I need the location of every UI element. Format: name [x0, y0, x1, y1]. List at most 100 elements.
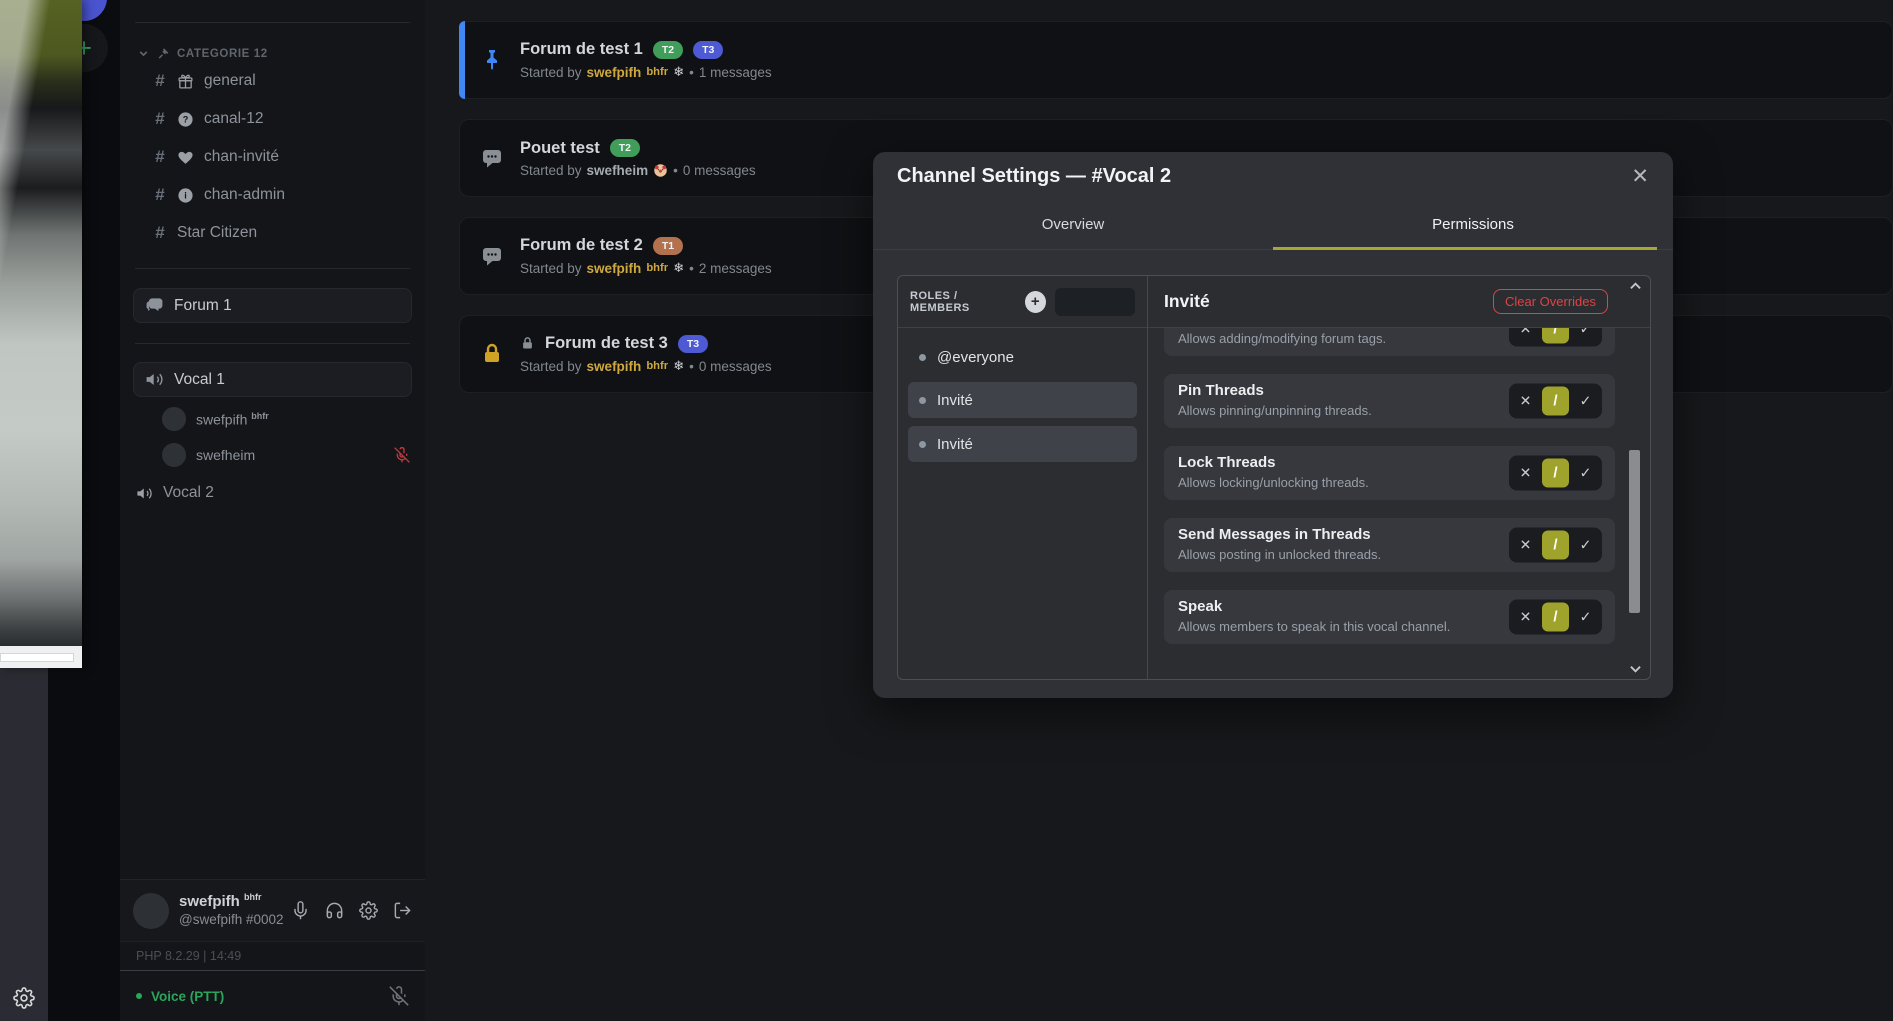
mic-icon[interactable] [291, 901, 310, 920]
deny-button[interactable]: ✕ [1512, 387, 1539, 416]
deny-button[interactable]: ✕ [1512, 459, 1539, 488]
chat-bubble-icon [477, 244, 507, 268]
allow-button[interactable]: ✓ [1572, 603, 1599, 632]
question-circle-icon: ? [177, 111, 194, 128]
voice-user-swefpifh[interactable]: swefpifh bhfr [162, 405, 410, 433]
sidebar-channel-chan-invite[interactable]: # chan-invité [120, 138, 425, 176]
voice-channel-vocal-2[interactable]: Vocal 2 [136, 484, 410, 502]
message-count: 0 messages [699, 359, 772, 374]
sidebar-channel-general[interactable]: # general [120, 62, 425, 100]
role-dot-icon [919, 441, 926, 448]
gear-icon[interactable] [359, 901, 378, 920]
role-item-everyone[interactable]: @everyone [908, 340, 1137, 374]
permissions-panel: Invité Clear Overrides Allows adding/mod… [1148, 276, 1650, 679]
clear-overrides-button[interactable]: Clear Overrides [1493, 289, 1608, 314]
user-tag: bhfr [244, 892, 262, 902]
scroll-up-icon[interactable] [1627, 280, 1643, 292]
tab-overview[interactable]: Overview [873, 200, 1273, 250]
channel-name: chan-invité [204, 148, 279, 166]
snowflake-emoji-icon: ❄ [673, 260, 684, 276]
permission-row: Speak Allows members to speak in this vo… [1164, 590, 1615, 644]
sidebar-channel-chan-admin[interactable]: # i chan-admin [120, 176, 425, 214]
permission-row: Allows adding/modifying forum tags. ✕ / … [1164, 328, 1615, 356]
permission-title: Speak [1178, 598, 1510, 616]
lock-icon [477, 342, 507, 366]
sidebar-channel-star-citizen[interactable]: # Star Citizen [120, 214, 425, 252]
started-by-label: Started by [520, 65, 582, 80]
post-author: swefpifh [587, 65, 642, 80]
role-label: @everyone [937, 349, 1014, 366]
scroll-down-icon[interactable] [1627, 663, 1643, 675]
neutral-button[interactable]: / [1542, 531, 1569, 560]
dot-separator: • [689, 359, 694, 374]
voice-status-label: Voice (PTT) [151, 989, 224, 1004]
photo-window-input-strip [0, 653, 74, 662]
deny-button[interactable]: ✕ [1512, 328, 1539, 344]
svg-text:?: ? [183, 114, 189, 124]
author-tag: bhfr [646, 360, 668, 372]
mic-slash-icon[interactable] [389, 986, 409, 1006]
role-item-invite[interactable]: Invité [908, 382, 1137, 418]
category-header[interactable]: CATEGORIE 12 [137, 47, 410, 60]
role-item-invite[interactable]: Invité [908, 426, 1137, 462]
message-count: 1 messages [699, 65, 772, 80]
tab-permissions[interactable]: Permissions [1273, 200, 1673, 250]
settings-gear-icon[interactable] [13, 987, 35, 1009]
speaker-icon [145, 370, 164, 389]
voice-status-bar: Voice (PTT) [120, 970, 425, 1021]
voice-channel-vocal-1[interactable]: Vocal 1 [133, 362, 412, 397]
logout-icon[interactable] [393, 901, 412, 920]
post-author: swefpifh [587, 261, 642, 276]
allow-button[interactable]: ✓ [1572, 531, 1599, 560]
add-role-button[interactable]: + [1025, 291, 1046, 313]
tag-badge: T3 [678, 335, 708, 353]
post-author: swefpifh [587, 359, 642, 374]
channel-name: canal-12 [204, 110, 263, 128]
avatar[interactable] [133, 893, 169, 929]
roles-search-box[interactable] [1055, 288, 1135, 316]
neutral-button[interactable]: / [1542, 603, 1569, 632]
neutral-button[interactable]: / [1542, 387, 1569, 416]
allow-button[interactable]: ✓ [1572, 328, 1599, 344]
voice-user-swefheim[interactable]: swefheim [162, 441, 410, 469]
hammer-icon [157, 47, 170, 60]
user-panel: swefpifh bhfr @swefpifh #0002 [120, 879, 425, 941]
role-label: Invité [937, 392, 973, 409]
deny-button[interactable]: ✕ [1512, 531, 1539, 560]
started-by-label: Started by [520, 261, 582, 276]
neutral-button[interactable]: / [1542, 328, 1569, 344]
permission-description: Allows pinning/unpinning threads. [1178, 403, 1510, 418]
deny-button[interactable]: ✕ [1512, 603, 1539, 632]
forum-post-card[interactable]: Forum de test 1 T2 T3 Started by swefpif… [459, 21, 1893, 99]
close-icon[interactable]: ✕ [1631, 166, 1649, 187]
post-title: Forum de test 3 [545, 334, 668, 353]
voice-user-name: swefheim [196, 447, 255, 463]
scrollbar[interactable] [1627, 278, 1643, 677]
neutral-button[interactable]: / [1542, 459, 1569, 488]
dot-separator: • [673, 163, 678, 178]
avatar [162, 407, 186, 431]
locked-thread-icon [520, 336, 535, 351]
svg-text:i: i [184, 190, 187, 200]
scrollbar-thumb[interactable] [1629, 450, 1640, 613]
username: swefpifh [179, 893, 240, 910]
started-by-label: Started by [520, 163, 582, 178]
headphones-icon[interactable] [325, 901, 344, 920]
voice-user-name: swefpifh [196, 411, 247, 427]
author-tag: bhfr [646, 66, 668, 78]
channel-sidebar: CATEGORIE 12 # general # ? canal-12 # ch… [120, 0, 425, 1021]
permission-toggle: ✕ / ✓ [1509, 528, 1602, 563]
category-label: CATEGORIE 12 [177, 48, 268, 60]
allow-button[interactable]: ✓ [1572, 387, 1599, 416]
forum-channel-forum-1[interactable]: Forum 1 [133, 288, 412, 323]
info-circle-icon: i [177, 187, 194, 204]
voice-connected-dot [136, 993, 142, 999]
gift-icon [177, 73, 194, 90]
voice-channel-label: Vocal 2 [163, 484, 214, 502]
sidebar-channel-canal-12[interactable]: # ? canal-12 [120, 100, 425, 138]
permission-row: Lock Threads Allows locking/unlocking th… [1164, 446, 1615, 500]
allow-button[interactable]: ✓ [1572, 459, 1599, 488]
photo-thumbnail [0, 0, 82, 646]
author-tag: bhfr [646, 262, 668, 274]
hash-icon: # [153, 147, 167, 167]
